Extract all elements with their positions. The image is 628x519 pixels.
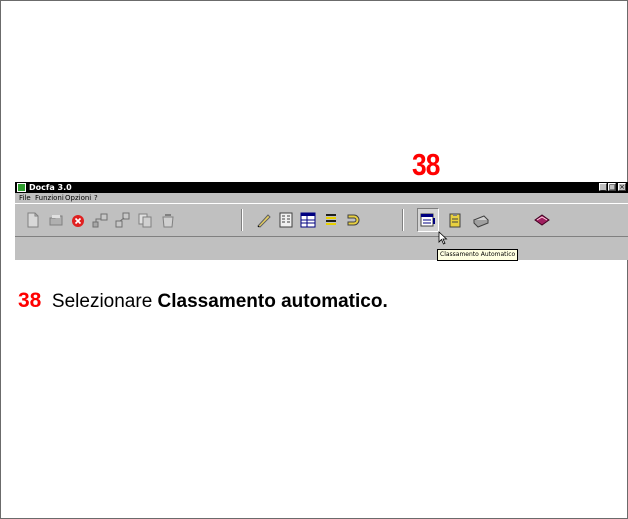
open-folder-icon[interactable] — [47, 211, 65, 229]
page-frame: 38 Docfa 3.0 _ □ × File Funzioni Opzioni… — [0, 0, 628, 519]
printer-icon[interactable] — [472, 211, 490, 229]
instruction-text: 38 Selezionare Classamento automatico. — [18, 289, 388, 313]
menu-funzioni[interactable]: Funzioni — [35, 193, 64, 203]
title-bar: Docfa 3.0 _ □ × — [15, 182, 628, 193]
toolbar — [15, 203, 628, 237]
mouse-cursor-icon — [438, 231, 448, 245]
toolbar-separator — [241, 209, 243, 231]
magnet-icon[interactable] — [344, 211, 362, 229]
menu-help[interactable]: ? — [94, 193, 98, 203]
menu-file[interactable]: File — [19, 193, 31, 203]
tooltip: Classamento Automatico — [437, 249, 519, 261]
data-grid-icon[interactable] — [299, 211, 317, 229]
close-button[interactable]: × — [618, 183, 626, 191]
network-icon-2[interactable] — [114, 211, 132, 229]
form-icon[interactable] — [277, 211, 295, 229]
instruction-target: Classamento automatico. — [157, 291, 388, 312]
menu-bar: File Funzioni Opzioni ? — [15, 193, 628, 203]
instruction-step-number: 38 — [18, 289, 42, 312]
copy-icon[interactable] — [136, 211, 154, 229]
minimize-button[interactable]: _ — [599, 183, 607, 191]
stop-icon[interactable] — [69, 211, 87, 229]
maximize-button[interactable]: □ — [608, 183, 616, 191]
clipboard-icon[interactable] — [446, 211, 464, 229]
toolbar-separator — [402, 209, 404, 231]
pencil-icon[interactable] — [255, 211, 273, 229]
menu-opzioni[interactable]: Opzioni — [65, 193, 91, 203]
window-title: Docfa 3.0 — [29, 183, 72, 192]
new-document-icon[interactable] — [24, 211, 42, 229]
book-icon[interactable] — [533, 211, 551, 229]
instruction-verb: Selezionare — [51, 291, 153, 312]
classamento-automatico-icon[interactable] — [419, 211, 437, 229]
network-icon-1[interactable] — [91, 211, 109, 229]
stack-icon[interactable] — [322, 211, 340, 229]
app-icon — [17, 183, 26, 192]
recycle-icon[interactable] — [159, 211, 177, 229]
step-number-label: 38 — [412, 147, 440, 182]
docfa-window: Docfa 3.0 _ □ × File Funzioni Opzioni ? — [15, 182, 628, 261]
